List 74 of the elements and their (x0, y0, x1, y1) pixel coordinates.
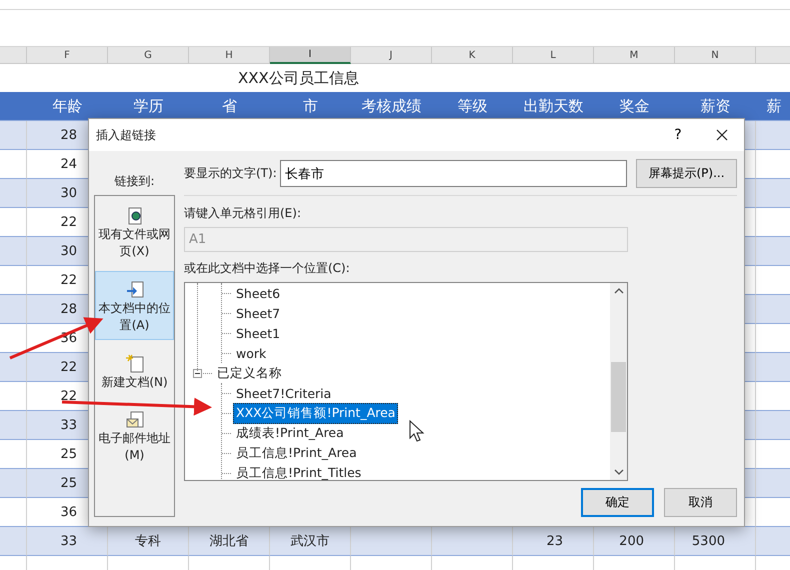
tree-item[interactable]: Sheet1 (233, 324, 284, 342)
column-header[interactable]: L (513, 47, 594, 64)
table-cell (0, 237, 27, 266)
column-heading: 市 (270, 92, 351, 121)
field-label: 要显示的文字(T): (184, 165, 277, 182)
column-header[interactable]: M (594, 47, 675, 64)
column-heading: 考核成绩 (351, 92, 432, 121)
mouse-pointer-icon (410, 420, 424, 442)
close-icon (716, 129, 728, 141)
table-cell (756, 121, 790, 150)
screentip-button[interactable]: 屏幕提示(P)... (636, 159, 737, 188)
column-heading (0, 92, 27, 121)
tree-item[interactable]: 员工信息!Print_Titles (233, 462, 364, 480)
table-cell (0, 469, 27, 498)
column-heading: 学历 (108, 92, 189, 121)
tree-item[interactable]: Sheet7 (233, 304, 284, 322)
field-label: 请键入单元格引用(E): (184, 205, 302, 222)
tree-item[interactable]: 成绩表!Print_Area (233, 422, 347, 444)
column-header[interactable]: F (27, 47, 108, 64)
table-cell (756, 527, 790, 556)
table-cell (756, 237, 790, 266)
column-heading: 出勤天数 (513, 92, 594, 121)
tree-item[interactable]: Sheet7!Criteria (233, 384, 334, 402)
table-cell (0, 121, 27, 150)
display-text-field[interactable]: 长春市 (280, 160, 627, 187)
ok-button[interactable]: 确定 (581, 488, 654, 517)
tree-item[interactable]: work (233, 344, 270, 362)
tree-item[interactable]: 已定义名称 (214, 362, 285, 384)
column-header[interactable]: K (432, 47, 513, 64)
document-icon (124, 354, 144, 374)
column-header[interactable] (0, 47, 27, 64)
table-cell (0, 179, 27, 208)
table-cell: 33 (27, 527, 108, 556)
sheet-title: XXX公司员工信息 (238, 68, 359, 88)
document-icon (124, 410, 144, 430)
table-cell (0, 411, 27, 440)
column-heading: 等级 (432, 92, 513, 121)
cancel-button[interactable]: 取消 (664, 488, 737, 517)
scrollbar-thumb[interactable] (611, 362, 626, 432)
table-cell (756, 179, 790, 208)
formula-bar[interactable] (0, 9, 790, 47)
column-header[interactable]: N (675, 47, 756, 64)
table-cell: 武汉市 (270, 527, 351, 556)
table-cell (0, 295, 27, 324)
column-heading: 奖金 (594, 92, 675, 121)
document-icon (124, 280, 144, 300)
table-cell: 5300 (675, 527, 756, 556)
tree-item[interactable]: 员工信息!Print_Area (233, 442, 360, 464)
column-heading: 薪 (756, 92, 790, 121)
collapse-icon[interactable] (193, 368, 202, 378)
column-heading: 薪资 (675, 92, 756, 121)
table-cell (756, 295, 790, 324)
tree-item[interactable]: Sheet6 (233, 284, 284, 302)
column-heading: 省 (189, 92, 270, 121)
column-header[interactable]: G (108, 47, 189, 64)
column-header[interactable]: H (189, 47, 270, 64)
help-button[interactable]: ? (656, 120, 700, 150)
table-cell: 专科 (108, 527, 189, 556)
scrollbar[interactable] (610, 283, 627, 480)
column-header[interactable]: J (351, 47, 432, 64)
tree-item[interactable]: XXX公司销售额!Print_Area (233, 402, 398, 424)
column-header[interactable]: I (270, 47, 351, 64)
link-target-item[interactable]: 本文档中的位置(A) (95, 271, 174, 340)
field-label: 或在此文档中选择一个位置(C): (184, 260, 351, 277)
column-header[interactable] (756, 47, 790, 64)
table-cell (756, 411, 790, 440)
column-heading: 年龄 (27, 92, 108, 121)
table-cell: 湖北省 (189, 527, 270, 556)
table-cell: 200 (594, 527, 675, 556)
link-to-label: 链接到: (114, 173, 155, 190)
table-cell (756, 469, 790, 498)
table-cell: 23 (513, 527, 594, 556)
table-cell (0, 353, 27, 382)
table-cell (756, 353, 790, 382)
